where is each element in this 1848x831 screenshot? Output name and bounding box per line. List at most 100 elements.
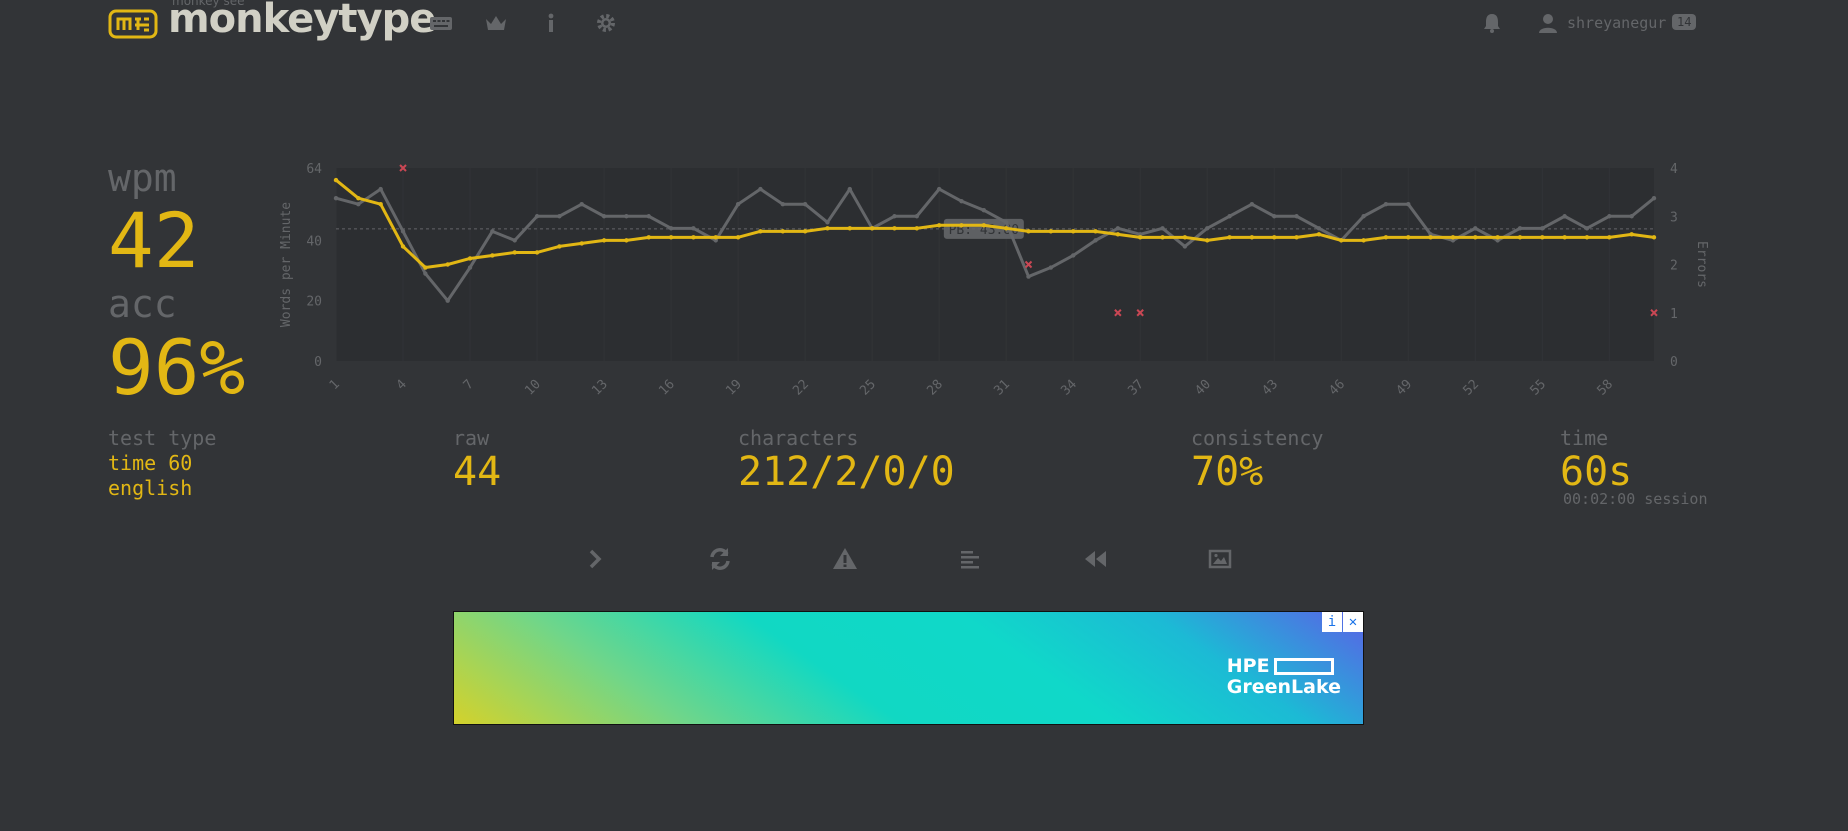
wpm-chart[interactable]: 0204064012341 4 7 10 13 16 19 22 25 28 31 34 37 40 43 4… [270,150,1710,410]
wpm-point [579,241,584,246]
raw-point [579,201,584,207]
x-tick-label: 49 [1393,377,1415,399]
raw-point [646,214,651,219]
wpm-point [780,229,785,234]
logo-text[interactable]: monkeytype [168,0,436,42]
wpm-point [1383,235,1389,240]
next-test-icon[interactable] [581,545,609,573]
x-tick-label: 4 [394,377,410,393]
raw-value[interactable]: 44 [453,449,501,495]
wpm-point [601,238,607,243]
wpm-point [735,235,741,240]
ad-close-icon[interactable]: ✕ [1343,612,1363,632]
wpm-point [445,262,450,267]
info-icon[interactable] [538,10,564,36]
wpm-point [1517,235,1523,240]
test-type-language[interactable]: english [108,476,192,501]
wpm-point [1495,235,1500,240]
user-icon[interactable] [1535,10,1561,36]
time-value[interactable]: 60s [1560,449,1632,495]
wpm-point [1607,235,1612,240]
wpm-point [1249,235,1255,240]
wpm-point [646,235,651,240]
wpm-point [1182,235,1188,240]
wpm-point [1339,238,1344,243]
acc-label: acc [108,282,177,326]
raw-point [1607,214,1612,219]
screenshot-icon[interactable] [1206,545,1234,573]
raw-point [758,186,763,192]
x-tick-label: 1 [327,377,343,393]
y2-tick-label: 3 [1670,210,1678,225]
warning-icon[interactable] [831,545,859,573]
raw-point [735,201,741,207]
gear-icon[interactable] [593,10,619,36]
wpm-point [356,195,361,201]
raw-point [1316,226,1322,231]
keyboard-icon[interactable] [428,10,454,36]
raw-point [1517,226,1523,231]
characters-value[interactable]: 212/2/0/0 [738,449,955,495]
ad-info-icon[interactable]: i [1322,612,1342,632]
raw-point [378,186,383,192]
raw-point [825,220,830,225]
raw-point [936,186,942,192]
wpm-point [1361,238,1366,243]
wpm-point [1406,235,1411,240]
x-tick-label: 10 [522,377,544,399]
wpm-point [378,201,383,207]
x-tick-label: 25 [857,377,879,399]
raw-point [847,186,852,192]
raw-point [1205,226,1210,231]
raw-point [1584,226,1590,231]
raw-point [557,214,562,219]
x-tick-label: 28 [924,377,946,399]
wpm-point [981,223,987,228]
raw-point [1048,265,1054,270]
wpm-point [1093,229,1098,234]
words-history-icon[interactable] [956,545,984,573]
x-tick-label: 22 [790,377,812,399]
wpm-point [1227,235,1232,240]
wpm-value[interactable]: 42 [108,203,200,279]
raw-point [423,271,428,276]
ad-brand-logo[interactable]: HPE GreenLake [1227,656,1341,698]
wpm-point [1026,229,1031,234]
raw-point [914,214,920,219]
y-tick-label: 20 [306,295,322,310]
x-tick-label: 34 [1058,377,1080,399]
logo-icon[interactable] [108,9,158,39]
test-type-mode[interactable]: time 60 [108,451,192,476]
wpm-point [914,226,920,231]
raw-point [1651,195,1657,201]
raw-point [1160,226,1165,231]
replay-icon[interactable] [1081,545,1109,573]
raw-point [333,195,339,201]
x-tick-label: 37 [1125,377,1147,399]
restart-icon[interactable] [706,545,734,573]
raw-point [400,229,406,234]
raw-point [1026,274,1031,279]
ad-banner[interactable]: i ✕ HPE GreenLake [453,611,1364,725]
wpm-point [1562,235,1567,240]
raw-point [959,198,964,204]
x-tick-label: 58 [1594,377,1616,399]
raw-point [534,214,540,219]
y-tick-label: 40 [306,234,322,249]
raw-point [802,201,808,207]
wpm-point [1651,235,1657,240]
x-tick-label: 7 [461,377,477,393]
acc-value[interactable]: 96% [108,330,245,406]
raw-point [668,226,674,231]
raw-point [624,214,629,219]
crown-icon[interactable] [483,10,509,36]
raw-label: raw [453,426,490,450]
wpm-point [1540,235,1545,240]
consistency-value[interactable]: 70% [1191,449,1263,495]
bell-icon[interactable] [1479,10,1505,36]
level-badge: 14 [1672,14,1697,30]
wpm-point [512,250,517,255]
username[interactable]: shreyanegur [1567,14,1666,32]
wpm-point [892,226,897,231]
raw-point [601,214,607,219]
